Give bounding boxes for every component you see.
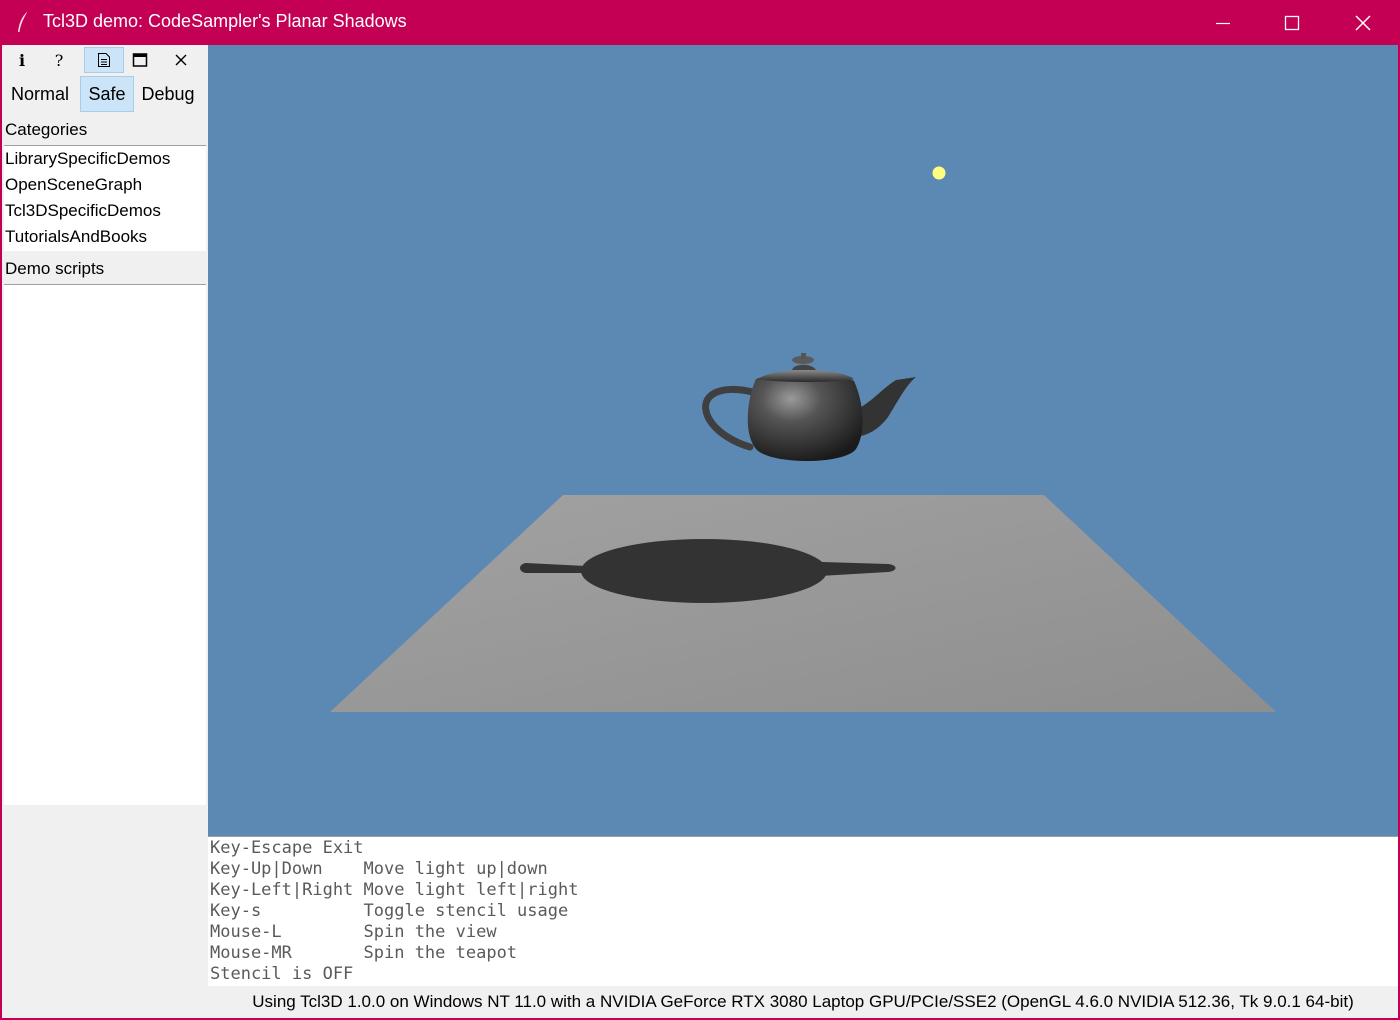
info-icon: i [18,50,26,70]
close-icon [1355,14,1371,31]
categories-label: Categories [5,120,88,139]
help-icon: ? [54,50,64,70]
floor-plane [330,495,1276,712]
console-line: Key-s Toggle stencil usage [210,901,569,921]
close-button[interactable] [1328,0,1398,45]
mode-label: Safe [88,83,126,104]
scene-canvas[interactable] [208,45,1398,836]
console-line: Key-Up|Down Move light up|down [210,859,548,879]
minimize-button[interactable] [1188,0,1258,45]
window-icon [132,53,148,67]
list-item[interactable]: Tcl3DSpecificDemos [4,198,206,224]
maximize-icon [1284,15,1300,30]
mode-label: Debug [141,83,195,104]
mode-safe[interactable]: Safe [80,76,134,112]
exit-button[interactable] [161,47,201,73]
console-line: Key-Left|Right Move light left|right [210,880,579,900]
mode-label: Normal [10,83,69,104]
app-window: Tcl3D demo: CodeSampler's Planar Shadows… [0,0,1400,1020]
demo-scripts-list[interactable] [4,284,206,805]
list-item[interactable]: LibrarySpecificDemos [4,146,206,172]
console-line: Mouse-L Spin the view [210,922,497,942]
list-item[interactable]: TutorialsAndBooks [4,224,206,250]
help-button[interactable]: ? [39,47,79,73]
status-bar: Using Tcl3D 1.0.0 on Windows NT 11.0 wit… [208,986,1398,1018]
fullscreen-button[interactable] [120,47,160,73]
client-area: i ? Normal Safe Debug Categories Library… [2,45,1398,1018]
opengl-viewport[interactable] [208,45,1398,836]
window-title: Tcl3D demo: CodeSampler's Planar Shadows [43,11,407,31]
close-icon [175,54,187,66]
console-line: Key-Escape Exit [210,838,364,858]
mode-debug[interactable]: Debug [136,76,200,112]
light-source [932,166,946,180]
toolbar: i ? [2,45,208,75]
categories-list[interactable]: LibrarySpecificDemos OpenSceneGraph Tcl3… [4,145,206,251]
source-file-icon [98,53,110,67]
status-text: Using Tcl3D 1.0.0 on Windows NT 11.0 wit… [252,992,1354,1011]
sidebar: i ? Normal Safe Debug Categories Library… [2,45,208,1018]
help-console[interactable]: Key-Escape Exit Key-Up|Down Move light u… [208,836,1398,986]
console-line: Stencil is OFF [210,964,354,984]
mode-normal[interactable]: Normal [2,76,78,112]
maximize-button[interactable] [1257,0,1327,45]
source-button[interactable] [84,47,124,73]
minimize-icon [1216,22,1230,24]
feather-icon [18,10,29,32]
info-button[interactable]: i [2,47,42,73]
demo-scripts-label: Demo scripts [5,259,105,278]
teapot[interactable] [702,353,916,461]
console-line: Mouse-MR Spin the teapot [210,943,518,963]
mode-selector: Normal Safe Debug [2,75,208,113]
title-bar[interactable]: Tcl3D demo: CodeSampler's Planar Shadows [0,0,1400,45]
list-item[interactable]: OpenSceneGraph [4,172,206,198]
